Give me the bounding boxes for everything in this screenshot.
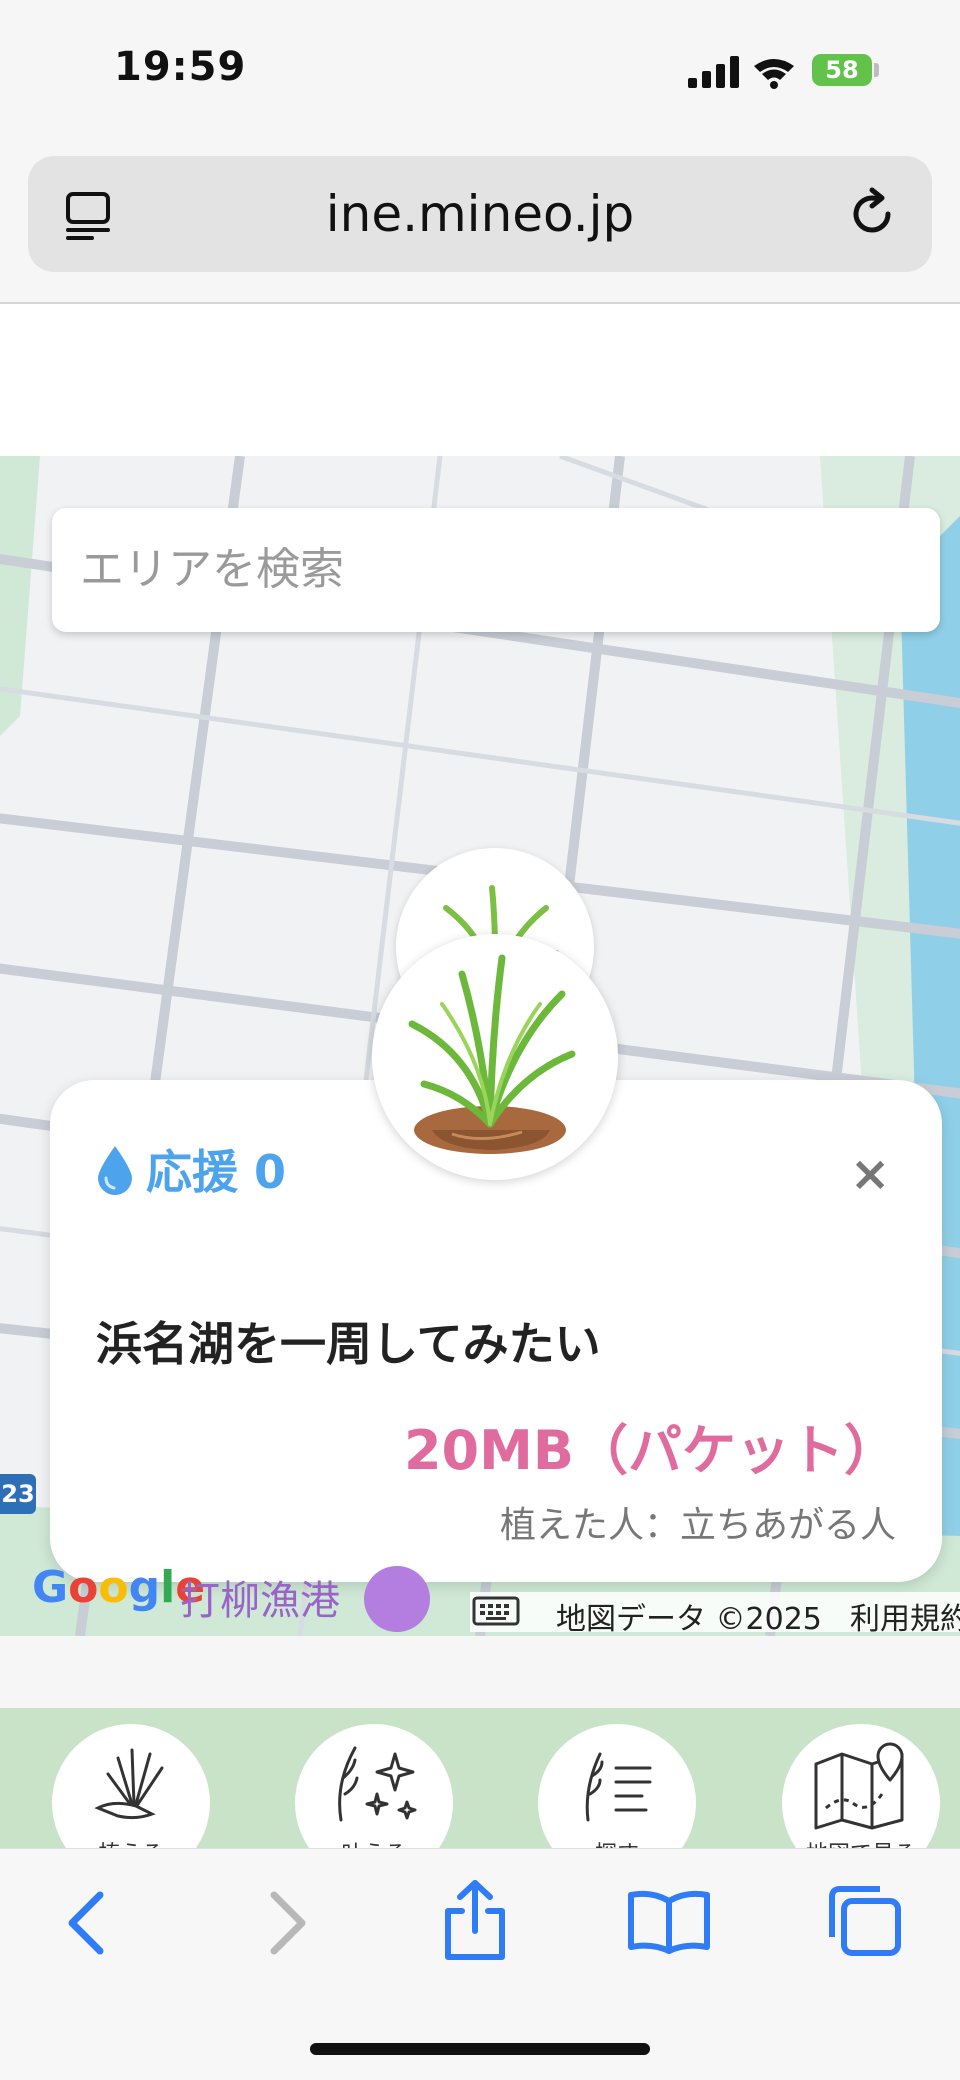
reload-icon[interactable] [844,186,900,242]
packet-amount: 20MB（パケット） [403,1419,898,1482]
nav-map-label: 地図で見る [782,1836,940,1848]
support-count[interactable]: 応援 0 [146,1136,286,1202]
rice-plant-marker-selected[interactable] [372,934,618,1180]
route-badge: 23 [0,1474,36,1514]
nav-plant-label: 植える [52,1836,210,1848]
status-bar: 19:59 58 [0,0,960,140]
url-text[interactable]: ine.mineo.jp [28,156,932,272]
address-bar[interactable]: ine.mineo.jp [28,156,932,272]
browser-toolbar [0,1848,960,2080]
nav-plant-button[interactable]: 植える [52,1724,210,1848]
keyboard-icon[interactable] [472,1594,520,1628]
battery-icon: 58 [812,54,872,86]
page-header-space [0,304,960,456]
tabs-icon[interactable] [824,1883,904,1959]
forward-icon[interactable] [262,1887,314,1959]
poi-marker-icon[interactable] [364,1566,430,1632]
spacer [0,1636,960,1708]
terms-link[interactable]: 利用規約 [850,1594,960,1638]
nav-search-label: 探す [538,1836,696,1848]
planter-name: 植えた人：立ちあがる人 [499,1505,896,1546]
nav-fulfill-button[interactable]: 叶える [295,1724,453,1848]
back-icon[interactable] [60,1887,112,1959]
sparkle-rice-icon [338,1746,417,1822]
wish-text: 浜名湖を一周してみたい [96,1317,601,1371]
area-search-input[interactable]: エリアを検索 [52,508,940,632]
battery-tip [874,63,879,77]
rice-plant-icon [408,954,576,1154]
water-drop-icon [98,1146,132,1195]
map-data-credit[interactable]: 地図データ ©2025 [556,1594,822,1638]
home-indicator[interactable] [310,2043,650,2055]
search-placeholder: エリアを検索 [80,544,344,595]
rice-list-icon [585,1752,652,1822]
bookmarks-icon[interactable] [626,1889,712,1955]
nav-search-button[interactable]: 探す [538,1724,696,1848]
reader-mode-icon[interactable] [62,190,114,242]
hand-planting-icon [94,1748,164,1820]
share-icon[interactable] [440,1877,510,1963]
status-time: 19:59 [114,44,247,90]
app-bottom-nav: 植える 叶える 探す [0,1708,960,1848]
nav-fulfill-label: 叶える [295,1836,453,1848]
close-icon[interactable]: × [850,1150,890,1198]
cellular-signal-icon [688,56,794,89]
nav-map-button[interactable]: 地図で見る [782,1724,940,1848]
poi-label: 打柳漁港 [180,1578,340,1624]
map-pin-icon [814,1742,904,1830]
